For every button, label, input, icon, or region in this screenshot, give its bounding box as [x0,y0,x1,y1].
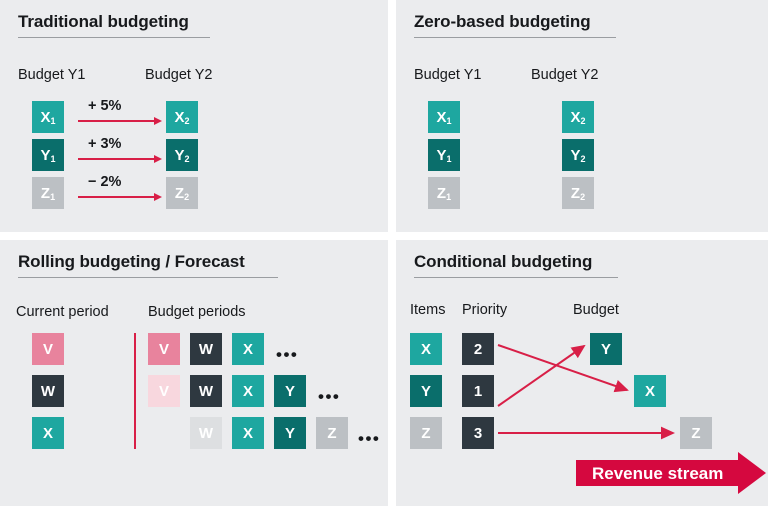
cell-x2-y2[interactable]: X2 [562,101,594,133]
current-period-cell-v[interactable]: V [32,333,64,365]
arrow-line-row2 [78,158,154,160]
budget-period-3-cell-y[interactable]: Y [274,417,306,449]
panel-title-underline-rolling [18,277,278,278]
cell-z1-source[interactable]: Z1 [32,177,64,209]
cell-y1-source[interactable]: Y1 [32,139,64,171]
cell-x1-source[interactable]: X1 [32,101,64,133]
cell-subscript: 1 [50,191,56,202]
budget-period-1-cell-w[interactable]: W [190,333,222,365]
cell-letter: Y [570,146,581,164]
cell-y1-y1[interactable]: Y1 [428,139,460,171]
cell-letter: X [436,108,447,126]
panel-title-underline-traditional [18,37,210,38]
arrow-head-row3 [154,192,162,201]
budget-period-1-ellipsis: ••• [276,345,299,364]
cell-letter: X [174,108,185,126]
cell-x1-y1[interactable]: X1 [428,101,460,133]
cell-subscript: 1 [50,115,56,126]
period-divider-line [134,333,136,449]
cell-letter: Y [40,146,51,164]
panel-title-zero-based: Zero-based budgeting [414,12,591,31]
panel-title-rolling: Rolling budgeting / Forecast [18,252,245,271]
cell-subscript: 2 [184,191,190,202]
column-label-budget-y2: Budget Y2 [145,67,213,83]
budget-period-2-ellipsis: ••• [318,387,341,406]
panel-rolling-budgeting: Rolling budgeting / Forecast Current per… [0,240,388,506]
panel-title-traditional: Traditional budgeting [18,12,189,31]
budget-period-3-cell-w[interactable]: W [190,417,222,449]
cell-letter: Z [40,184,51,202]
cell-y2-target[interactable]: Y2 [166,139,198,171]
arrow-priority1-to-budget-y [497,344,586,407]
column-label-budget-y1: Budget Y1 [18,67,86,83]
panel-conditional-budgeting: Conditional budgeting Items Priority Bud… [396,240,768,506]
cell-letter: Z [174,184,185,202]
budget-period-1-cell-x[interactable]: X [232,333,264,365]
cell-subscript: 1 [446,115,452,126]
budget-period-3-cell-x[interactable]: X [232,417,264,449]
cell-subscript: 1 [50,153,56,164]
panel-zero-based-budgeting: Zero-based budgeting Budget Y1 Budget Y2… [396,0,768,232]
change-label-row3: − 2% [88,174,122,190]
budget-period-1-cell-v[interactable]: V [148,333,180,365]
budget-period-3-cell-z[interactable]: Z [316,417,348,449]
cell-letter: X [40,108,51,126]
panel-title-underline-zero-based [414,37,616,38]
current-period-cell-w[interactable]: W [32,375,64,407]
budget-period-2-cell-x[interactable]: X [232,375,264,407]
arrow-head-row1 [154,116,162,125]
arrow-head-row2 [154,154,162,163]
cell-subscript: 2 [580,153,586,164]
cell-x2-target[interactable]: X2 [166,101,198,133]
cell-subscript: 1 [446,191,452,202]
column-label-budget-y2: Budget Y2 [531,67,599,83]
budget-period-2-cell-y[interactable]: Y [274,375,306,407]
budget-period-2-cell-w[interactable]: W [190,375,222,407]
budget-period-3-ellipsis: ••• [358,429,381,448]
cell-subscript: 1 [446,153,452,164]
cell-letter: Z [570,184,581,202]
cell-letter: Y [436,146,447,164]
column-label-current-period: Current period [16,304,109,320]
current-period-cell-x[interactable]: X [32,417,64,449]
infographic-canvas: Traditional budgeting Budget Y1 Budget Y… [0,0,768,506]
cell-subscript: 2 [184,153,190,164]
cell-subscript: 2 [580,115,586,126]
cell-z1-y1[interactable]: Z1 [428,177,460,209]
change-label-row1: + 5% [88,98,122,114]
cell-y2-y2[interactable]: Y2 [562,139,594,171]
cell-z2-y2[interactable]: Z2 [562,177,594,209]
column-label-budget-y1: Budget Y1 [414,67,482,83]
cell-letter: Z [436,184,447,202]
cell-z2-target[interactable]: Z2 [166,177,198,209]
change-label-row2: + 3% [88,136,122,152]
cell-letter: X [570,108,581,126]
cell-letter: Y [174,146,185,164]
cell-subscript: 2 [184,115,190,126]
cell-subscript: 2 [580,191,586,202]
budget-period-2-cell-v[interactable]: V [148,375,180,407]
revenue-stream-label: Revenue stream [592,464,724,483]
panel-traditional-budgeting: Traditional budgeting Budget Y1 Budget Y… [0,0,388,232]
column-label-budget-periods: Budget periods [148,304,246,320]
arrow-line-row3 [78,196,154,198]
arrow-line-row1 [78,120,154,122]
arrow-priority2-to-budget-x [497,344,629,393]
